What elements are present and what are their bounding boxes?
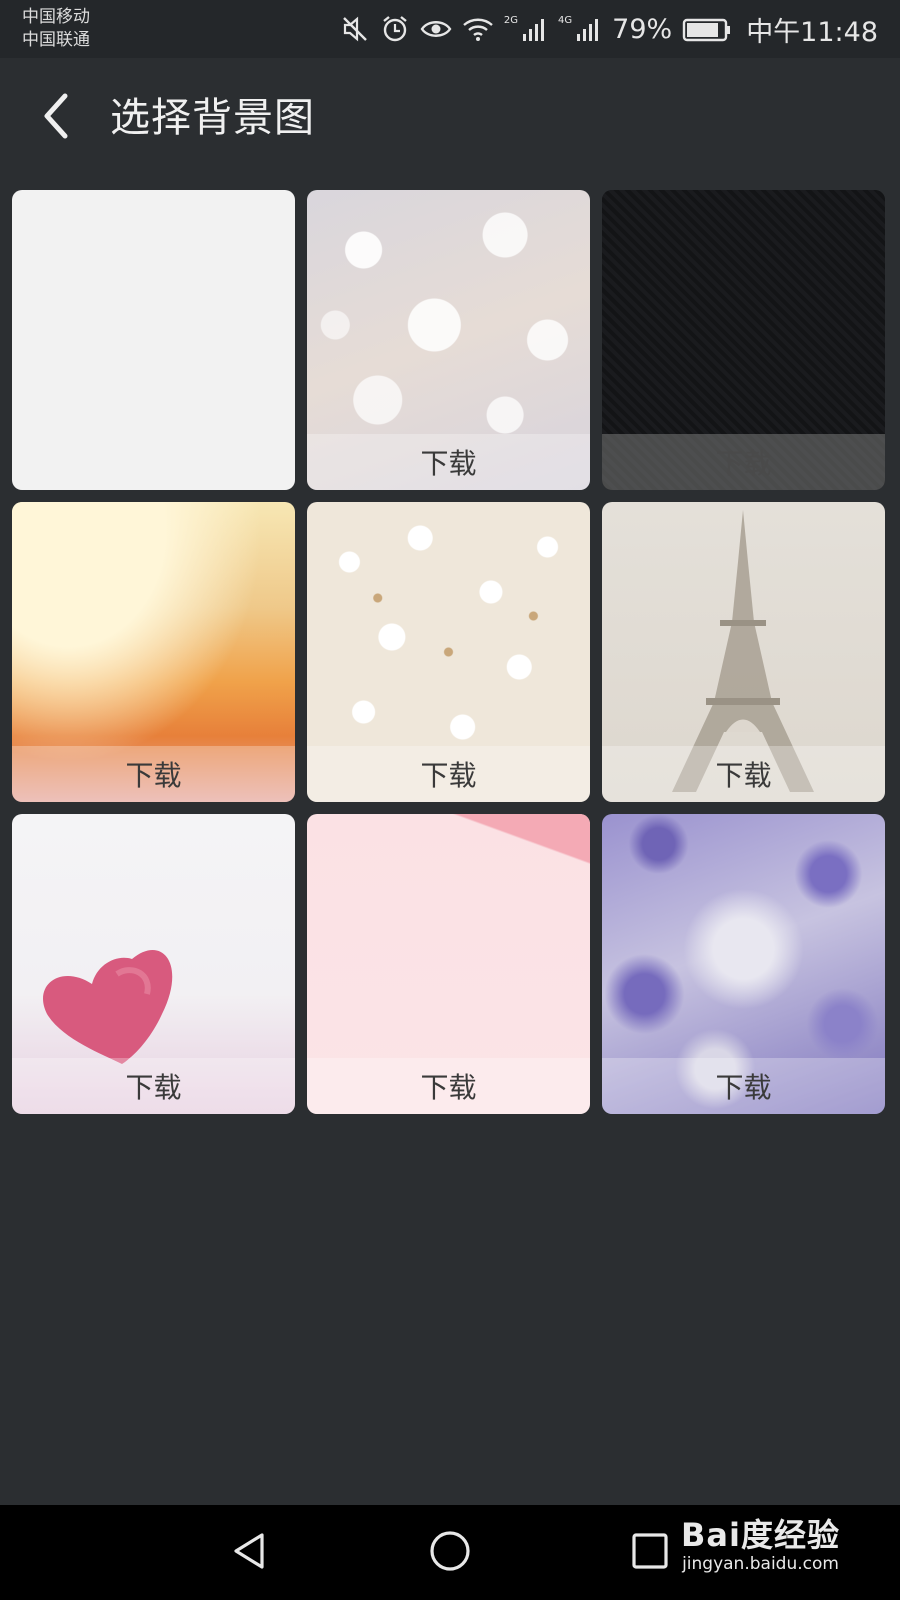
- download-button[interactable]: 下载: [307, 1058, 590, 1114]
- wifi-icon: [462, 14, 494, 44]
- carrier-info: 中国移动 中国联通: [22, 6, 90, 52]
- net-type-2: 4G: [558, 14, 573, 26]
- eye-icon: [420, 14, 452, 44]
- wallpaper-grid: 下载 下载 下载 下载 下载 下载 下载 下载: [12, 190, 885, 1114]
- net-type-1: 2G: [503, 14, 519, 26]
- battery-percent: 79%: [612, 13, 673, 45]
- mute-icon: [340, 14, 370, 44]
- battery-icon: [682, 14, 732, 44]
- wallpaper-tile-pink[interactable]: 下载: [307, 814, 590, 1114]
- download-button[interactable]: 下载: [602, 746, 885, 802]
- app-header: 选择背景图: [0, 58, 900, 176]
- nav-home-icon: [428, 1529, 472, 1577]
- download-button[interactable]: 下载: [12, 1058, 295, 1114]
- watermark-url: jingyan.baidu.com: [682, 1554, 839, 1574]
- download-button[interactable]: 下载: [307, 434, 590, 490]
- download-button[interactable]: 下载: [12, 746, 295, 802]
- wallpaper-thumbnail: [12, 190, 295, 490]
- clock: 中午11:48: [746, 16, 878, 48]
- nav-back-icon: [228, 1529, 272, 1577]
- wallpaper-tile-flowers[interactable]: 下载: [307, 502, 590, 802]
- nav-back-button[interactable]: [222, 1525, 278, 1581]
- signal-icon: [576, 14, 602, 44]
- status-icons: 2G 4G 79% 中午11:48: [340, 0, 878, 58]
- nav-recents-icon: [630, 1531, 670, 1575]
- wallpaper-tile-plain[interactable]: [12, 190, 295, 490]
- signal-icon: [522, 14, 548, 44]
- wallpaper-tile-rain[interactable]: 下载: [602, 814, 885, 1114]
- carrier-1: 中国移动: [22, 7, 90, 27]
- wallpaper-tile-bokeh[interactable]: 下载: [307, 190, 590, 490]
- download-button[interactable]: 下载: [307, 746, 590, 802]
- navigation-bar: Bai度经验 jingyan.baidu.com: [0, 1505, 900, 1600]
- wallpaper-tile-gold[interactable]: 下载: [12, 502, 295, 802]
- nav-home-button[interactable]: [422, 1525, 478, 1581]
- carrier-2: 中国联通: [22, 30, 90, 50]
- page-title: 选择背景图: [110, 95, 315, 141]
- download-button[interactable]: 下载: [602, 434, 885, 490]
- baidu-jingyan-watermark: Bai度经验 jingyan.baidu.com: [681, 1517, 840, 1575]
- wallpaper-tile-dark[interactable]: 下载: [602, 190, 885, 490]
- wallpaper-tile-heart[interactable]: 下载: [12, 814, 295, 1114]
- back-arrow-icon: [39, 92, 73, 144]
- status-bar: 中国移动 中国联通 2G 4G 79% 中午11:48: [0, 0, 900, 58]
- download-button[interactable]: 下载: [602, 1058, 885, 1114]
- watermark-logo: Bai度经验: [681, 1516, 840, 1554]
- back-button[interactable]: [30, 88, 82, 148]
- alarm-icon: [380, 14, 410, 44]
- wallpaper-tile-paris[interactable]: 下载: [602, 502, 885, 802]
- nav-recents-button[interactable]: [622, 1525, 678, 1581]
